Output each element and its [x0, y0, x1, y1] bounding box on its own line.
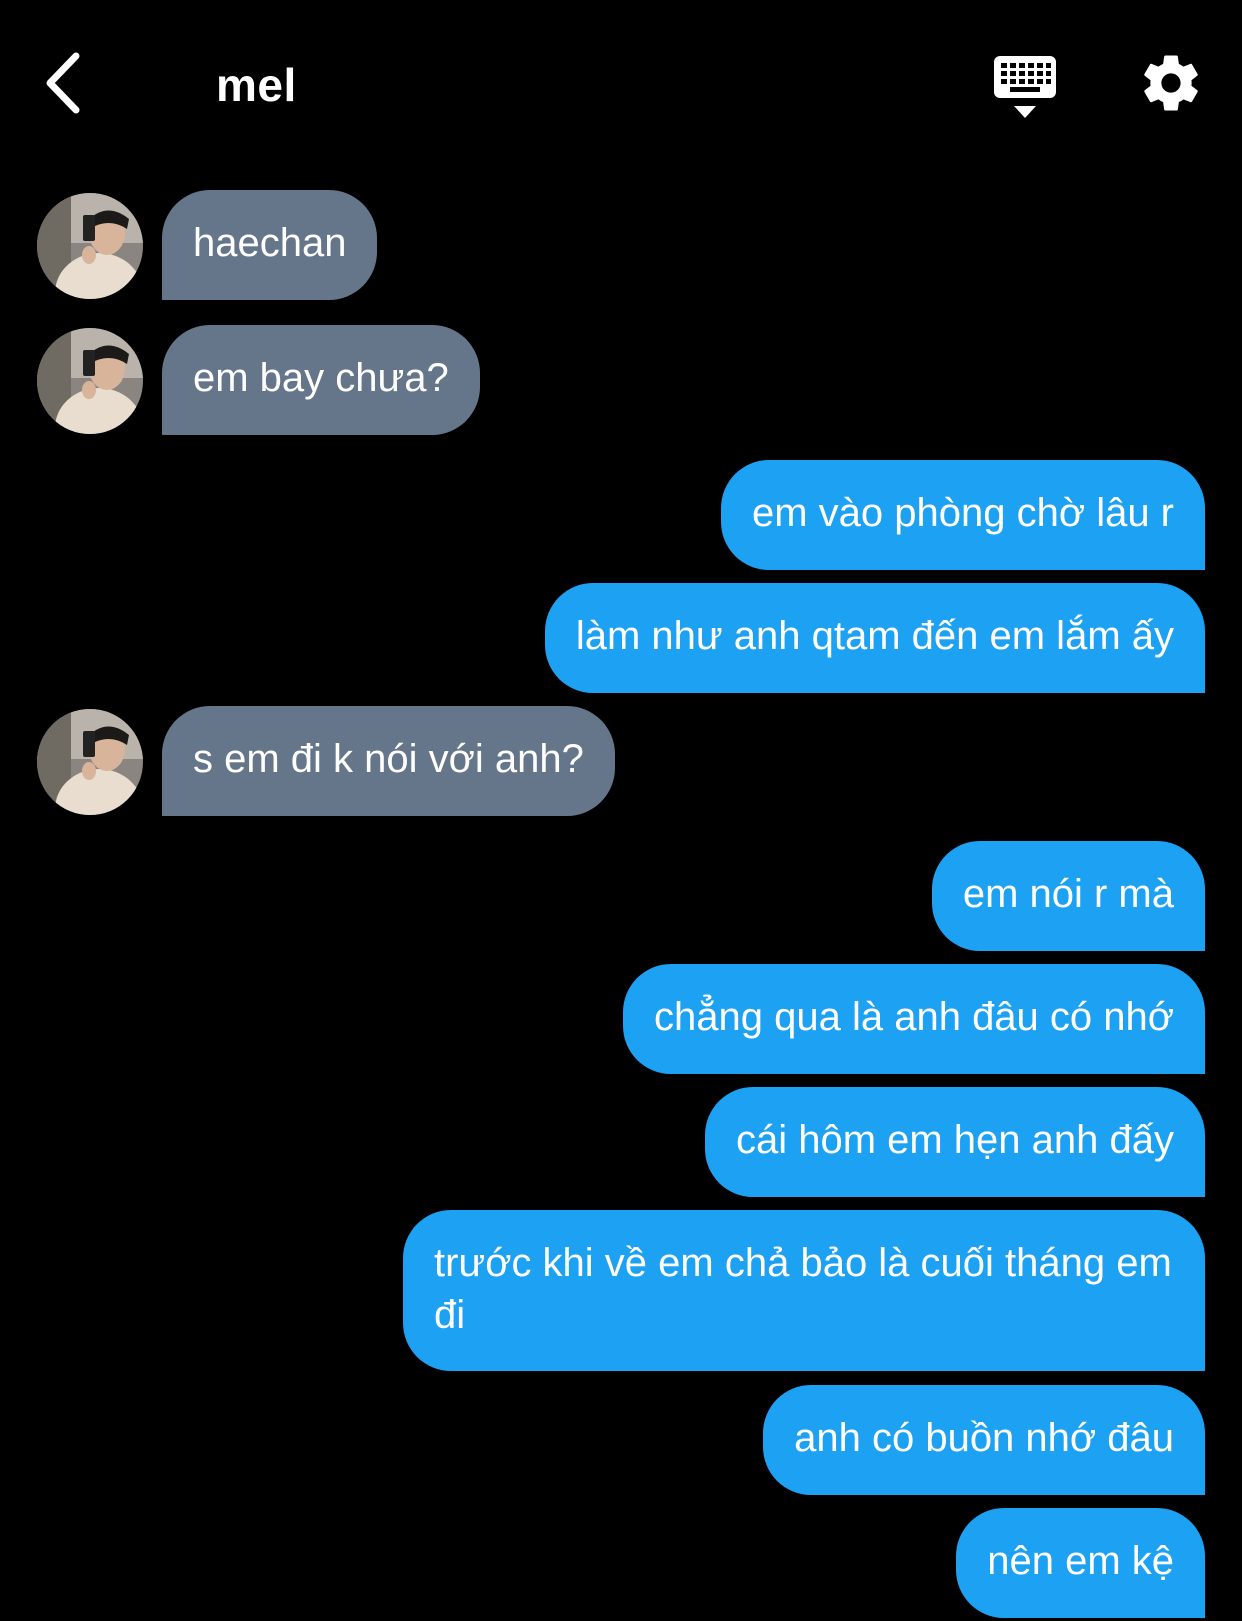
- message-bubble-outgoing[interactable]: nên em kệ: [956, 1508, 1205, 1618]
- back-button[interactable]: [40, 50, 90, 120]
- avatar-photo-icon: [37, 328, 143, 434]
- message-bubble-outgoing[interactable]: trước khi về em chả bảo là cuối tháng em…: [403, 1210, 1205, 1371]
- avatar-photo-icon: [37, 709, 143, 815]
- message-bubble-outgoing[interactable]: anh có buồn nhớ đâu: [763, 1385, 1205, 1495]
- avatar[interactable]: [37, 709, 143, 815]
- chevron-left-icon: [46, 52, 80, 114]
- message-bubble-outgoing[interactable]: làm như anh qtam đến em lắm ấy: [544, 583, 1205, 693]
- avatar[interactable]: [37, 328, 143, 434]
- message-bubble-outgoing[interactable]: cái hôm em hẹn anh đấy: [704, 1087, 1205, 1197]
- message-bubble-outgoing[interactable]: em vào phòng chờ lâu r: [720, 460, 1205, 570]
- keyboard-toggle-button[interactable]: [990, 52, 1060, 124]
- avatar-photo-icon: [37, 193, 143, 299]
- chat-header: mel: [0, 0, 1242, 170]
- message-bubble-incoming[interactable]: s em đi k nói với anh?: [162, 706, 615, 816]
- message-bubble-incoming[interactable]: em bay chưa?: [162, 325, 480, 435]
- conversation-title[interactable]: mel: [216, 50, 297, 120]
- message-bubble-incoming[interactable]: haechan: [162, 190, 378, 300]
- avatar[interactable]: [37, 193, 143, 299]
- message-bubble-outgoing[interactable]: em nói r mà: [931, 841, 1205, 951]
- gear-icon: [1144, 55, 1198, 111]
- keyboard-hide-icon: [994, 56, 1056, 118]
- message-bubble-outgoing[interactable]: chẳng qua là anh đâu có nhớ: [623, 964, 1205, 1074]
- settings-button[interactable]: [1138, 50, 1204, 116]
